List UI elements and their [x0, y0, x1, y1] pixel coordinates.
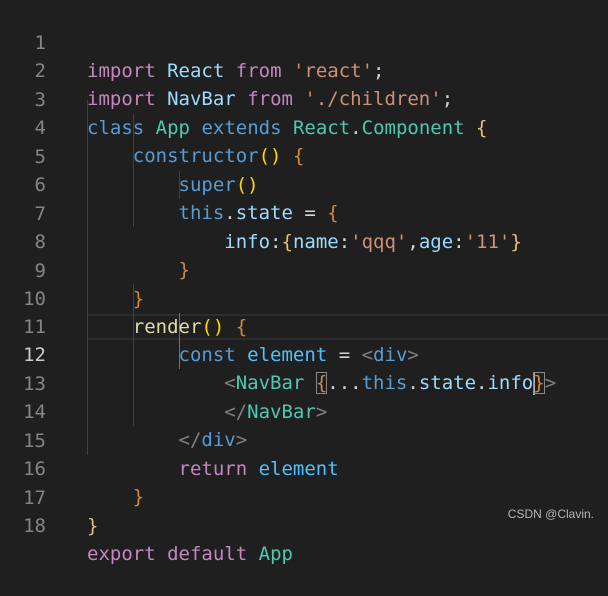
- code-line: 6 this.state = {: [0, 143, 608, 224]
- watermark: CSDN @Clavin.: [507, 507, 594, 521]
- code-line: 2 import NavBar from './children';: [0, 29, 608, 110]
- keyword: default: [167, 543, 248, 565]
- code-line: 16 }: [0, 427, 608, 508]
- code-line: 5 super(): [0, 115, 608, 196]
- class-name: App: [258, 543, 293, 565]
- code-line: 9 }: [0, 229, 608, 310]
- code-line: 13 </NavBar>: [0, 342, 608, 423]
- code-line: 7 info:{name:'qqq',age:'11'}: [0, 172, 608, 253]
- code-line: 3 class App extends React.Component {: [0, 58, 608, 139]
- bracket: }: [87, 515, 99, 537]
- line-number: 18: [23, 515, 46, 537]
- keyword: export: [87, 543, 156, 565]
- code-editor[interactable]: 1 import React from 'react'; 2 import Na…: [0, 0, 608, 565]
- code-line: 17 }: [0, 456, 608, 537]
- code-line: 10 render() {: [0, 257, 608, 338]
- code-line: 1 import React from 'react';: [0, 1, 608, 82]
- code-line-active: 12 <NavBar {...this.state.info}>: [0, 313, 608, 395]
- code-line: 8 }: [0, 200, 608, 281]
- code-line: 15 return element: [0, 399, 608, 480]
- code-line: 4 constructor() {: [0, 86, 608, 167]
- code-line: 11 const element = <div>: [0, 285, 608, 366]
- code-line: 14 </div>: [0, 370, 608, 451]
